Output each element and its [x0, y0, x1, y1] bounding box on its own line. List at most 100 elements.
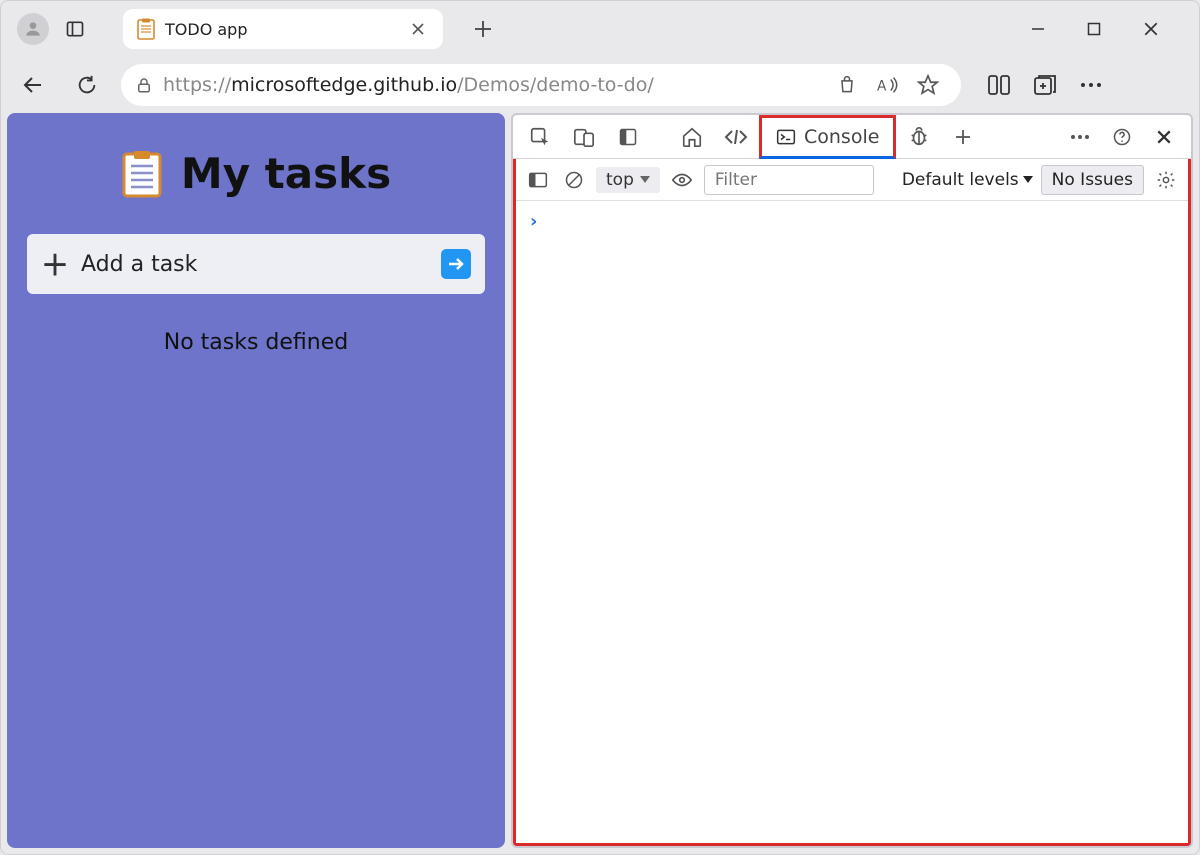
shopping-bag-icon [837, 75, 857, 95]
more-button[interactable] [1079, 81, 1103, 89]
empty-state-text: No tasks defined [19, 330, 493, 355]
site-info-button[interactable] [135, 76, 153, 94]
context-selector-value: top [606, 170, 634, 190]
eye-icon [671, 172, 693, 188]
chevron-down-icon [640, 176, 650, 184]
arrow-right-icon [447, 257, 465, 271]
console-icon [776, 128, 796, 146]
url-text: https://microsoftedge.github.io/Demos/de… [163, 74, 827, 96]
inspect-element-button[interactable] [519, 115, 561, 159]
collections-icon [1033, 74, 1057, 96]
log-levels-select[interactable]: Default levels [902, 170, 1033, 190]
page-title: My tasks [181, 149, 391, 198]
content-area: My tasks ＋ Add a task No tasks defined [7, 113, 1193, 848]
more-tabs-button[interactable] [942, 115, 984, 159]
minimize-icon [1031, 22, 1045, 36]
nav-refresh-button[interactable] [67, 65, 107, 105]
clipboard-icon [137, 18, 155, 40]
toolbar-right [987, 74, 1103, 96]
user-icon [23, 19, 43, 39]
close-icon [1156, 129, 1172, 145]
page-header: My tasks [19, 149, 493, 198]
add-task-placeholder: Add a task [81, 252, 429, 277]
tab-elements[interactable] [715, 115, 757, 159]
browser-titlebar: TODO app [1, 1, 1199, 57]
devtools-tabbar: Console [513, 115, 1191, 159]
browser-toolbar: https://microsoftedge.github.io/Demos/de… [1, 57, 1199, 113]
live-expression-button[interactable] [668, 166, 696, 194]
plus-icon: ＋ [41, 244, 69, 284]
nav-back-button[interactable] [13, 65, 53, 105]
svg-text:A: A [877, 79, 887, 95]
clear-icon [564, 170, 584, 190]
devtools-panel: Console top [511, 113, 1193, 848]
window-controls [1031, 1, 1191, 57]
issues-button[interactable]: No Issues [1041, 165, 1144, 195]
split-screen-icon [987, 74, 1011, 96]
log-levels-label: Default levels [902, 170, 1019, 190]
dock-icon [618, 127, 638, 147]
url-path: /Demos/demo-to-do/ [457, 74, 654, 96]
tab-close-button[interactable] [407, 18, 429, 40]
profile-button[interactable] [17, 13, 49, 45]
browser-tab[interactable]: TODO app [123, 9, 443, 49]
chevron-down-icon [1023, 176, 1033, 184]
add-task-submit-button[interactable] [441, 249, 471, 279]
console-toolbar: top Default levels No Issues [516, 159, 1188, 201]
star-icon [917, 74, 939, 96]
favorites-button[interactable] [917, 74, 947, 96]
url-host: microsoftedge.github.io [231, 74, 457, 96]
url-prefix: https:// [163, 74, 231, 96]
devtools-more-button[interactable] [1059, 115, 1101, 159]
lock-icon [135, 76, 153, 94]
read-aloud-icon: A [877, 75, 899, 95]
window-close-button[interactable] [1143, 21, 1171, 37]
console-sidebar-toggle[interactable] [524, 166, 552, 194]
console-filter-input[interactable] [704, 165, 874, 195]
window-minimize-button[interactable] [1031, 22, 1059, 36]
window-maximize-button[interactable] [1087, 22, 1115, 36]
dots-icon [1070, 134, 1090, 140]
console-output[interactable]: › [516, 201, 1188, 843]
issues-label: No Issues [1052, 170, 1133, 190]
tab-actions-icon [65, 19, 85, 39]
close-icon [1143, 21, 1159, 37]
tab-title: TODO app [165, 20, 397, 39]
shopping-button[interactable] [837, 75, 867, 95]
bug-icon [908, 126, 930, 148]
code-icon [724, 127, 748, 147]
add-task-input[interactable]: ＋ Add a task [27, 234, 485, 294]
devtools-help-button[interactable] [1101, 115, 1143, 159]
plus-icon [473, 19, 493, 39]
new-tab-button[interactable] [465, 11, 501, 47]
gear-icon [1156, 170, 1176, 190]
refresh-icon [76, 74, 98, 96]
device-toolbar-button[interactable] [563, 115, 605, 159]
console-panel: top Default levels No Issues [513, 159, 1191, 846]
webpage-viewport: My tasks ＋ Add a task No tasks defined [7, 113, 505, 848]
sidebar-icon [528, 171, 548, 189]
dock-side-button[interactable] [607, 115, 649, 159]
context-selector[interactable]: top [596, 167, 660, 193]
split-screen-button[interactable] [987, 74, 1011, 96]
help-icon [1112, 127, 1132, 147]
dots-icon [1079, 81, 1103, 89]
tab-welcome[interactable] [671, 115, 713, 159]
close-icon [411, 22, 425, 36]
tab-actions-button[interactable] [57, 11, 93, 47]
tab-console[interactable]: Console [759, 115, 896, 159]
read-aloud-button[interactable]: A [877, 75, 907, 95]
plus-icon [954, 128, 972, 146]
devtools-close-button[interactable] [1143, 115, 1185, 159]
devices-icon [573, 126, 595, 148]
tab-issues[interactable] [898, 115, 940, 159]
inspect-icon [529, 126, 551, 148]
console-prompt-icon: › [530, 211, 537, 232]
arrow-left-icon [21, 73, 45, 97]
home-icon [681, 126, 703, 148]
console-settings-button[interactable] [1152, 166, 1180, 194]
collections-button[interactable] [1033, 74, 1057, 96]
address-bar[interactable]: https://microsoftedge.github.io/Demos/de… [121, 64, 961, 106]
clear-console-button[interactable] [560, 166, 588, 194]
maximize-icon [1087, 22, 1101, 36]
